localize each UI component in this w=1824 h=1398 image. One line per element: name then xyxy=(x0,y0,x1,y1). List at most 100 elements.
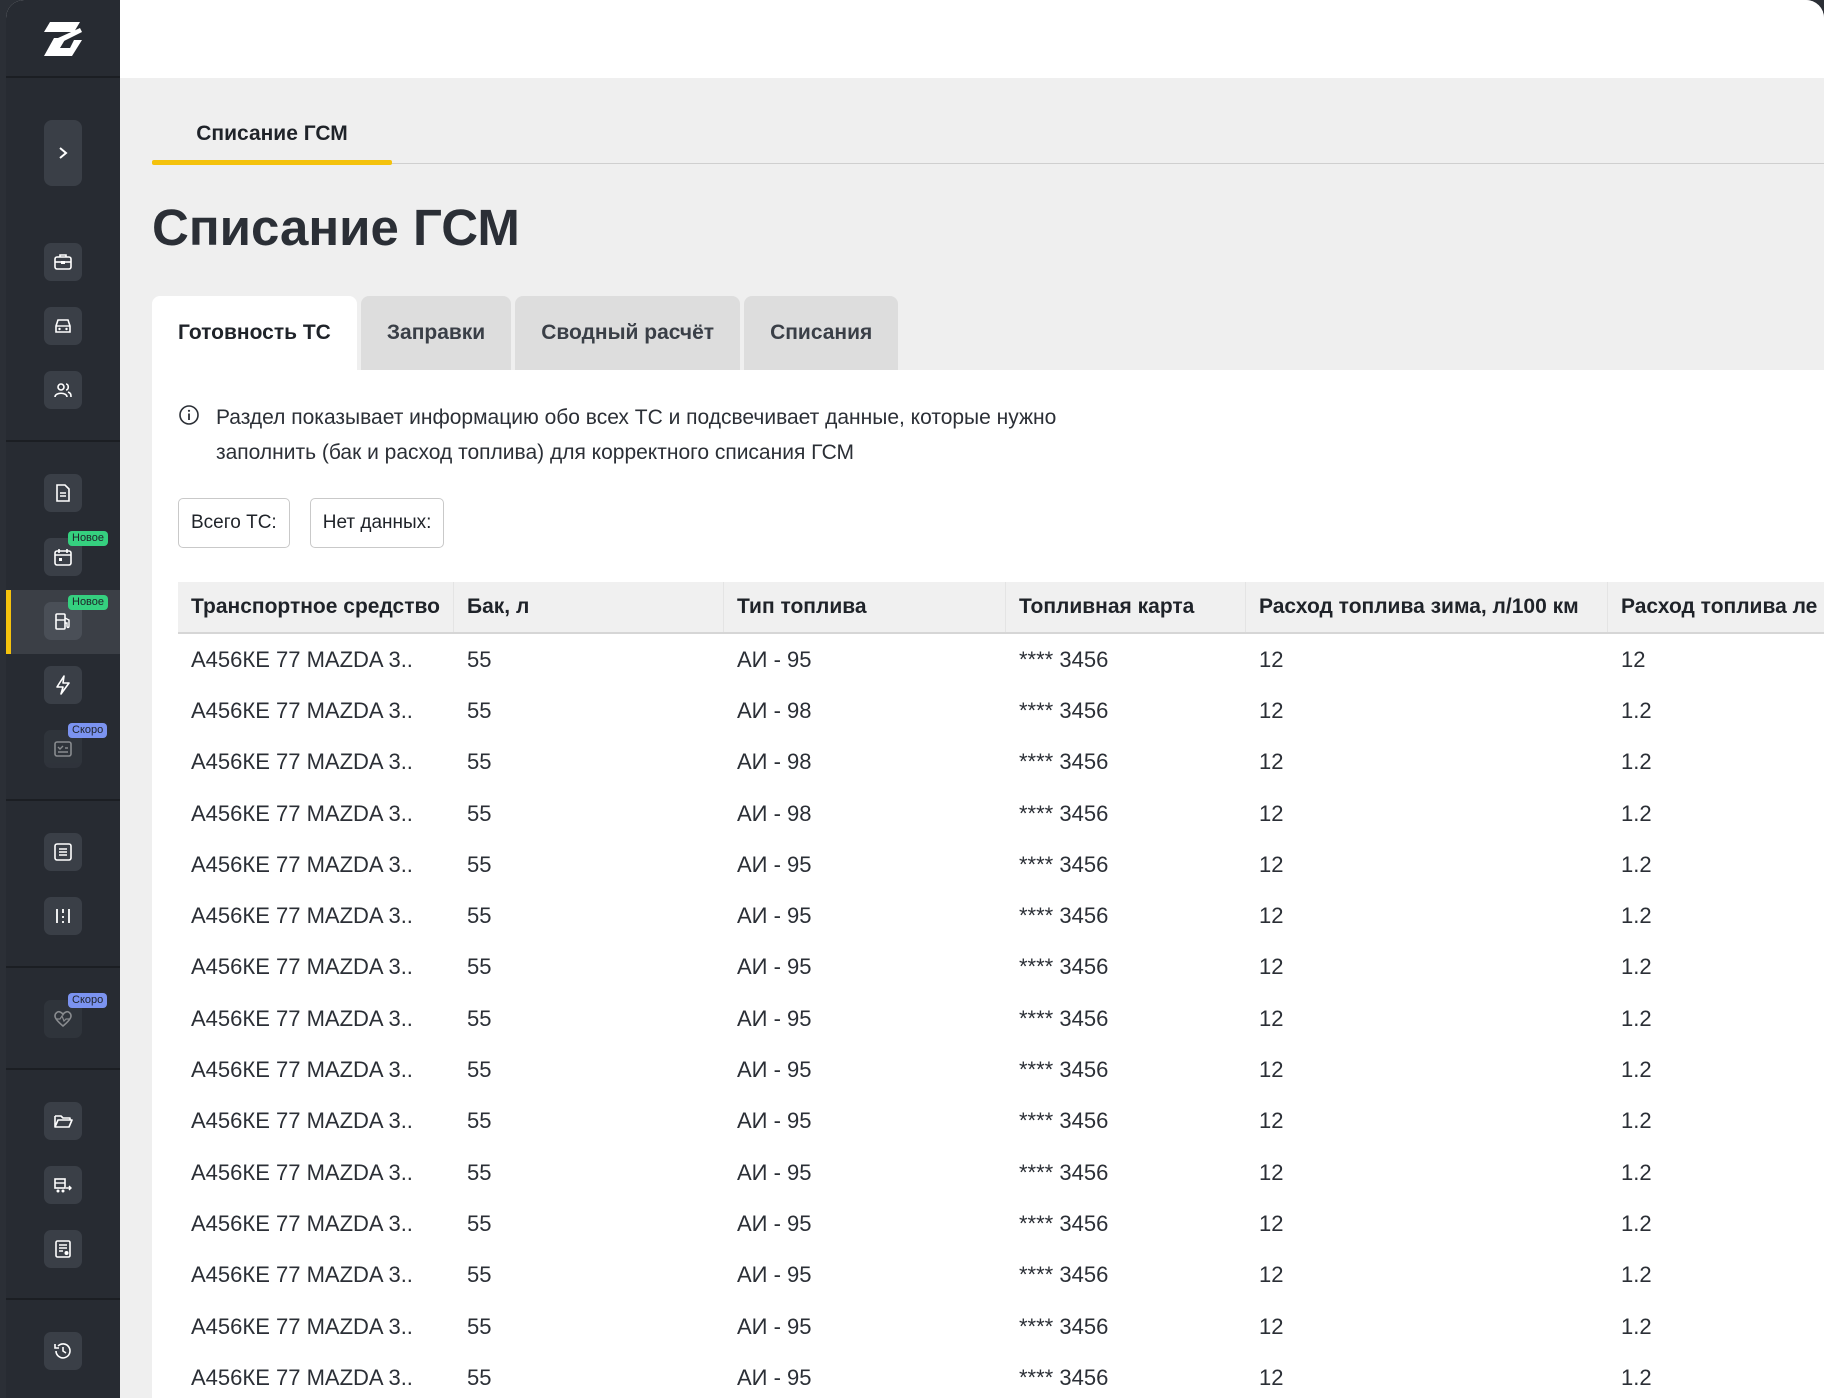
total-vehicles-chip[interactable]: Всего ТС: xyxy=(178,498,290,548)
table-cell: 1.2 xyxy=(1621,1108,1652,1134)
report-icon xyxy=(55,1240,71,1258)
table-cell: А456КЕ 77 MAZDA 3.. xyxy=(191,1108,413,1134)
table-row[interactable]: А456КЕ 77 MAZDA 3.. 55 АИ - 98 **** 3456 12 1… xyxy=(178,737,1824,788)
tab-refuels[interactable]: Заправки xyxy=(360,296,512,370)
table-cell: **** 3456 xyxy=(1019,1210,1109,1236)
table-row[interactable]: А456КЕ 77 MAZDA 3.. 55 АИ - 95 **** 3456 12 1… xyxy=(178,1352,1824,1398)
top-bar xyxy=(120,0,1824,78)
table-cell: АИ - 95 xyxy=(737,851,812,877)
table-cell: 1.2 xyxy=(1621,1210,1652,1236)
page-title: Списание ГСМ xyxy=(152,199,520,256)
page-tab-divider xyxy=(152,163,1824,164)
table-cell: **** 3456 xyxy=(1019,1262,1109,1288)
table-cell: АИ - 95 xyxy=(737,1262,812,1288)
sidebar: Новое Новое Скоро Скоро xyxy=(6,0,120,1398)
info-line: Раздел показывает информацию обо всех ТС… xyxy=(216,406,1057,429)
sidebar-item-reports[interactable] xyxy=(44,1230,82,1268)
table-row[interactable]: А456КЕ 77 MAZDA 3.. 55 АИ - 98 **** 3456 12 1… xyxy=(178,685,1824,736)
column-header[interactable]: Бак, л xyxy=(454,582,724,632)
table-row[interactable]: А456КЕ 77 MAZDA 3.. 55 АИ - 95 **** 3456 12 1… xyxy=(178,634,1824,685)
page-tab-underline xyxy=(152,160,392,165)
table-cell: АИ - 95 xyxy=(737,954,812,980)
sidebar-item-vehicles[interactable] xyxy=(44,307,82,345)
table-cell: А456КЕ 77 MAZDA 3.. xyxy=(191,851,413,877)
sidebar-divider xyxy=(6,1298,120,1300)
table-row[interactable]: А456КЕ 77 MAZDA 3.. 55 АИ - 95 **** 3456 12 1… xyxy=(178,1250,1824,1301)
table-row[interactable]: А456КЕ 77 MAZDA 3.. 55 АИ - 95 **** 3456 12 1… xyxy=(178,1044,1824,1095)
vehicles-table: Транспортное средство Бак, л Тип топлива… xyxy=(178,582,1824,1398)
sidebar-item-list[interactable] xyxy=(44,833,82,871)
table-cell: 12 xyxy=(1259,903,1284,929)
table-cell: 55 xyxy=(467,1313,492,1339)
table-cell: 55 xyxy=(467,749,492,775)
table-cell: А456КЕ 77 MAZDA 3.. xyxy=(191,1262,413,1288)
sidebar-item-users[interactable] xyxy=(44,371,82,409)
sidebar-divider xyxy=(6,966,120,968)
sidebar-item-history[interactable] xyxy=(44,1332,82,1370)
table-cell: **** 3456 xyxy=(1019,903,1109,929)
folder-open-icon xyxy=(54,1115,73,1128)
table-cell: 12 xyxy=(1259,749,1284,775)
truck-transfer-icon xyxy=(54,1178,72,1193)
fuel-pump-icon xyxy=(55,613,70,630)
sidebar-item-energy[interactable] xyxy=(44,666,82,704)
tab-vehicle-readiness[interactable]: Готовность ТС xyxy=(152,296,357,370)
table-cell: 55 xyxy=(467,1210,492,1236)
info-icon xyxy=(179,405,199,425)
column-header[interactable]: Расход топлива ле xyxy=(1608,582,1824,632)
table-cell: А456КЕ 77 MAZDA 3.. xyxy=(191,1210,413,1236)
app-window: Новое Новое Скоро Скоро Списание ГСМ Спи… xyxy=(6,0,1824,1398)
info-text: Раздел показывает информацию обо всех ТС… xyxy=(216,400,1056,470)
table-row[interactable]: А456КЕ 77 MAZDA 3.. 55 АИ - 95 **** 3456 12 1… xyxy=(178,993,1824,1044)
table-row[interactable]: А456КЕ 77 MAZDA 3.. 55 АИ - 95 **** 3456 12 1… xyxy=(178,942,1824,993)
table-cell: 1.2 xyxy=(1621,697,1652,723)
table-cell: 1.2 xyxy=(1621,1057,1652,1083)
sidebar-item-folder[interactable] xyxy=(44,1102,82,1140)
table-cell: А456КЕ 77 MAZDA 3.. xyxy=(191,800,413,826)
heart-pulse-icon xyxy=(54,1010,72,1028)
table-cell: АИ - 95 xyxy=(737,1210,812,1236)
table-cell: 1.2 xyxy=(1621,903,1652,929)
table-row[interactable]: А456КЕ 77 MAZDA 3.. 55 АИ - 95 **** 3456 12 1… xyxy=(178,890,1824,941)
column-header[interactable]: Транспортное средство xyxy=(178,582,454,632)
page-tab[interactable]: Списание ГСМ xyxy=(152,110,392,165)
history-icon xyxy=(54,1343,71,1359)
table-cell: **** 3456 xyxy=(1019,697,1109,723)
table-cell: АИ - 95 xyxy=(737,1313,812,1339)
info-line: заполнить (бак и расход топлива) для кор… xyxy=(216,441,854,464)
column-header[interactable]: Тип топлива xyxy=(724,582,1006,632)
tab-writeoffs[interactable]: Списания xyxy=(744,296,899,370)
table-cell: **** 3456 xyxy=(1019,1057,1109,1083)
sidebar-active-indicator xyxy=(6,590,11,654)
column-header[interactable]: Расход топлива зима, л/100 км xyxy=(1246,582,1608,632)
table-row[interactable]: А456КЕ 77 MAZDA 3.. 55 АИ - 98 **** 3456 12 1… xyxy=(178,788,1824,839)
tab-summary[interactable]: Сводный расчёт xyxy=(515,296,741,370)
no-data-chip[interactable]: Нет данных: xyxy=(309,498,445,548)
logo-icon[interactable] xyxy=(40,18,86,60)
table-cell: 55 xyxy=(467,851,492,877)
sidebar-item-columns[interactable] xyxy=(44,897,82,935)
sidebar-item-vehicle-transfer[interactable] xyxy=(44,1166,82,1204)
table-row[interactable]: А456КЕ 77 MAZDA 3.. 55 АИ - 95 **** 3456 12 1… xyxy=(178,839,1824,890)
sidebar-item-briefcase[interactable] xyxy=(44,243,82,281)
column-header[interactable]: Топливная карта xyxy=(1006,582,1246,632)
sidebar-item-documents[interactable] xyxy=(44,474,82,512)
table-header: Транспортное средство Бак, л Тип топлива… xyxy=(178,582,1824,634)
table-cell: АИ - 98 xyxy=(737,749,812,775)
table-row[interactable]: А456КЕ 77 MAZDA 3.. 55 АИ - 95 **** 3456 12 1… xyxy=(178,1301,1824,1352)
table-cell: 12 xyxy=(1259,1057,1284,1083)
table-cell: АИ - 95 xyxy=(737,646,812,672)
table-row[interactable]: А456КЕ 77 MAZDA 3.. 55 АИ - 95 **** 3456 12 1… xyxy=(178,1147,1824,1198)
new-badge: Новое xyxy=(68,595,109,610)
table-row[interactable]: А456КЕ 77 MAZDA 3.. 55 АИ - 95 **** 3456 12 1… xyxy=(178,1096,1824,1147)
table-cell: 12 xyxy=(1259,1313,1284,1339)
sidebar-expand-button[interactable] xyxy=(44,120,82,186)
table-row[interactable]: А456КЕ 77 MAZDA 3.. 55 АИ - 95 **** 3456 12 1… xyxy=(178,1198,1824,1249)
table-cell: АИ - 98 xyxy=(737,800,812,826)
table-cell: А456КЕ 77 MAZDA 3.. xyxy=(191,1313,413,1339)
table-cell: **** 3456 xyxy=(1019,954,1109,980)
table-cell: А456КЕ 77 MAZDA 3.. xyxy=(191,903,413,929)
table-cell: 1.2 xyxy=(1621,800,1652,826)
table-cell: 55 xyxy=(467,1005,492,1031)
filter-chips: Всего ТС: Нет данных: xyxy=(178,498,464,548)
